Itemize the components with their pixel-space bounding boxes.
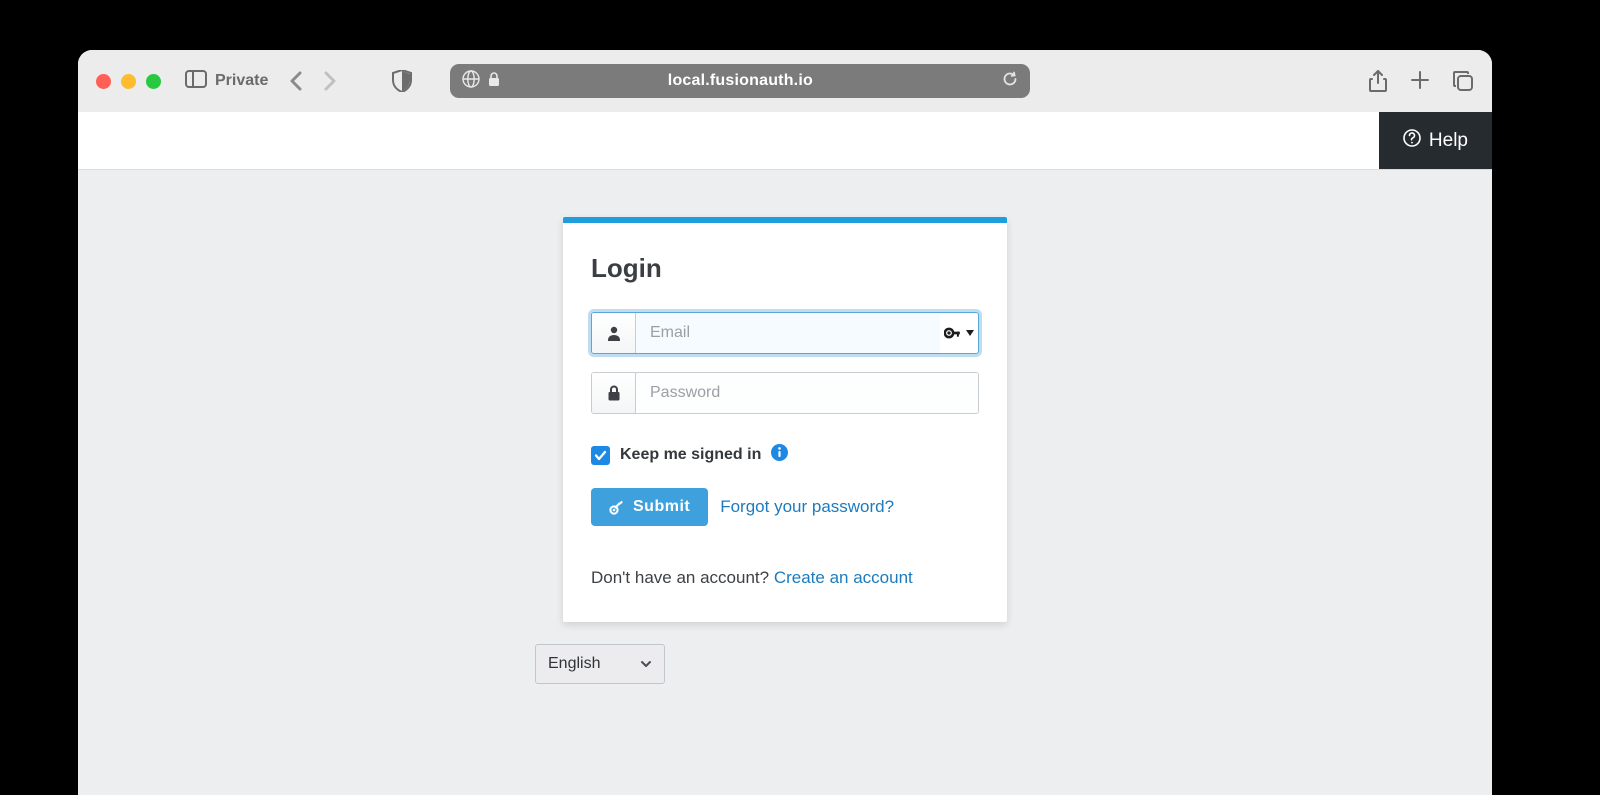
- login-area: Login: [563, 217, 1007, 684]
- remember-label: Keep me signed in: [620, 446, 761, 464]
- address-bar[interactable]: local.fusionauth.io: [450, 64, 1030, 98]
- help-icon: [1403, 129, 1421, 153]
- close-window-button[interactable]: [96, 74, 111, 89]
- minimize-window-button[interactable]: [121, 74, 136, 89]
- private-mode-label: Private: [215, 72, 268, 90]
- key-icon: [609, 499, 625, 515]
- reload-button[interactable]: [1002, 71, 1018, 92]
- page-content: Help Login: [78, 112, 1492, 795]
- help-label: Help: [1429, 130, 1468, 152]
- lock-icon: [488, 72, 500, 91]
- submit-button[interactable]: Submit: [591, 488, 708, 526]
- login-title: Login: [591, 253, 979, 284]
- tabs-overview-icon[interactable]: [1452, 70, 1474, 92]
- back-button[interactable]: [288, 71, 304, 91]
- privacy-shield-icon[interactable]: [392, 70, 412, 92]
- below-card: English: [563, 644, 1007, 684]
- submit-row: Submit Forgot your password?: [591, 488, 979, 526]
- language-value: English: [548, 655, 600, 673]
- login-card: Login: [563, 217, 1007, 622]
- new-tab-icon[interactable]: [1410, 70, 1430, 92]
- window-controls: [96, 74, 161, 89]
- password-input[interactable]: [636, 373, 978, 413]
- password-autofill-icon[interactable]: [940, 313, 978, 353]
- help-button[interactable]: Help: [1379, 112, 1492, 169]
- person-icon: [592, 313, 636, 353]
- sidebar-icon: [185, 70, 207, 93]
- nav-buttons: [288, 71, 338, 91]
- site-settings-icon[interactable]: [462, 70, 480, 93]
- url-text: local.fusionauth.io: [668, 72, 813, 90]
- info-icon[interactable]: [771, 444, 788, 466]
- signup-row: Don't have an account? Create an account: [591, 568, 979, 588]
- password-input-group: [591, 372, 979, 414]
- create-account-link[interactable]: Create an account: [774, 568, 913, 587]
- url-security-icons: [462, 70, 500, 93]
- email-input[interactable]: [636, 313, 940, 353]
- email-input-group: [591, 312, 979, 354]
- remember-checkbox[interactable]: [591, 446, 610, 465]
- browser-toolbar: Private local.fusionauth.io: [78, 50, 1492, 112]
- maximize-window-button[interactable]: [146, 74, 161, 89]
- forgot-password-link[interactable]: Forgot your password?: [720, 497, 894, 517]
- language-select[interactable]: English: [535, 644, 665, 684]
- browser-window: Private local.fusionauth.io: [78, 50, 1492, 795]
- sidebar-toggle-button[interactable]: Private: [185, 70, 268, 93]
- share-icon[interactable]: [1368, 70, 1388, 92]
- forward-button[interactable]: [322, 71, 338, 91]
- remember-row: Keep me signed in: [591, 444, 979, 466]
- lock-icon: [592, 373, 636, 413]
- app-header: Help: [78, 112, 1492, 170]
- chevron-down-icon: [640, 655, 652, 673]
- toolbar-right-icons: [1368, 70, 1474, 92]
- submit-label: Submit: [633, 498, 690, 516]
- no-account-label: Don't have an account?: [591, 568, 774, 587]
